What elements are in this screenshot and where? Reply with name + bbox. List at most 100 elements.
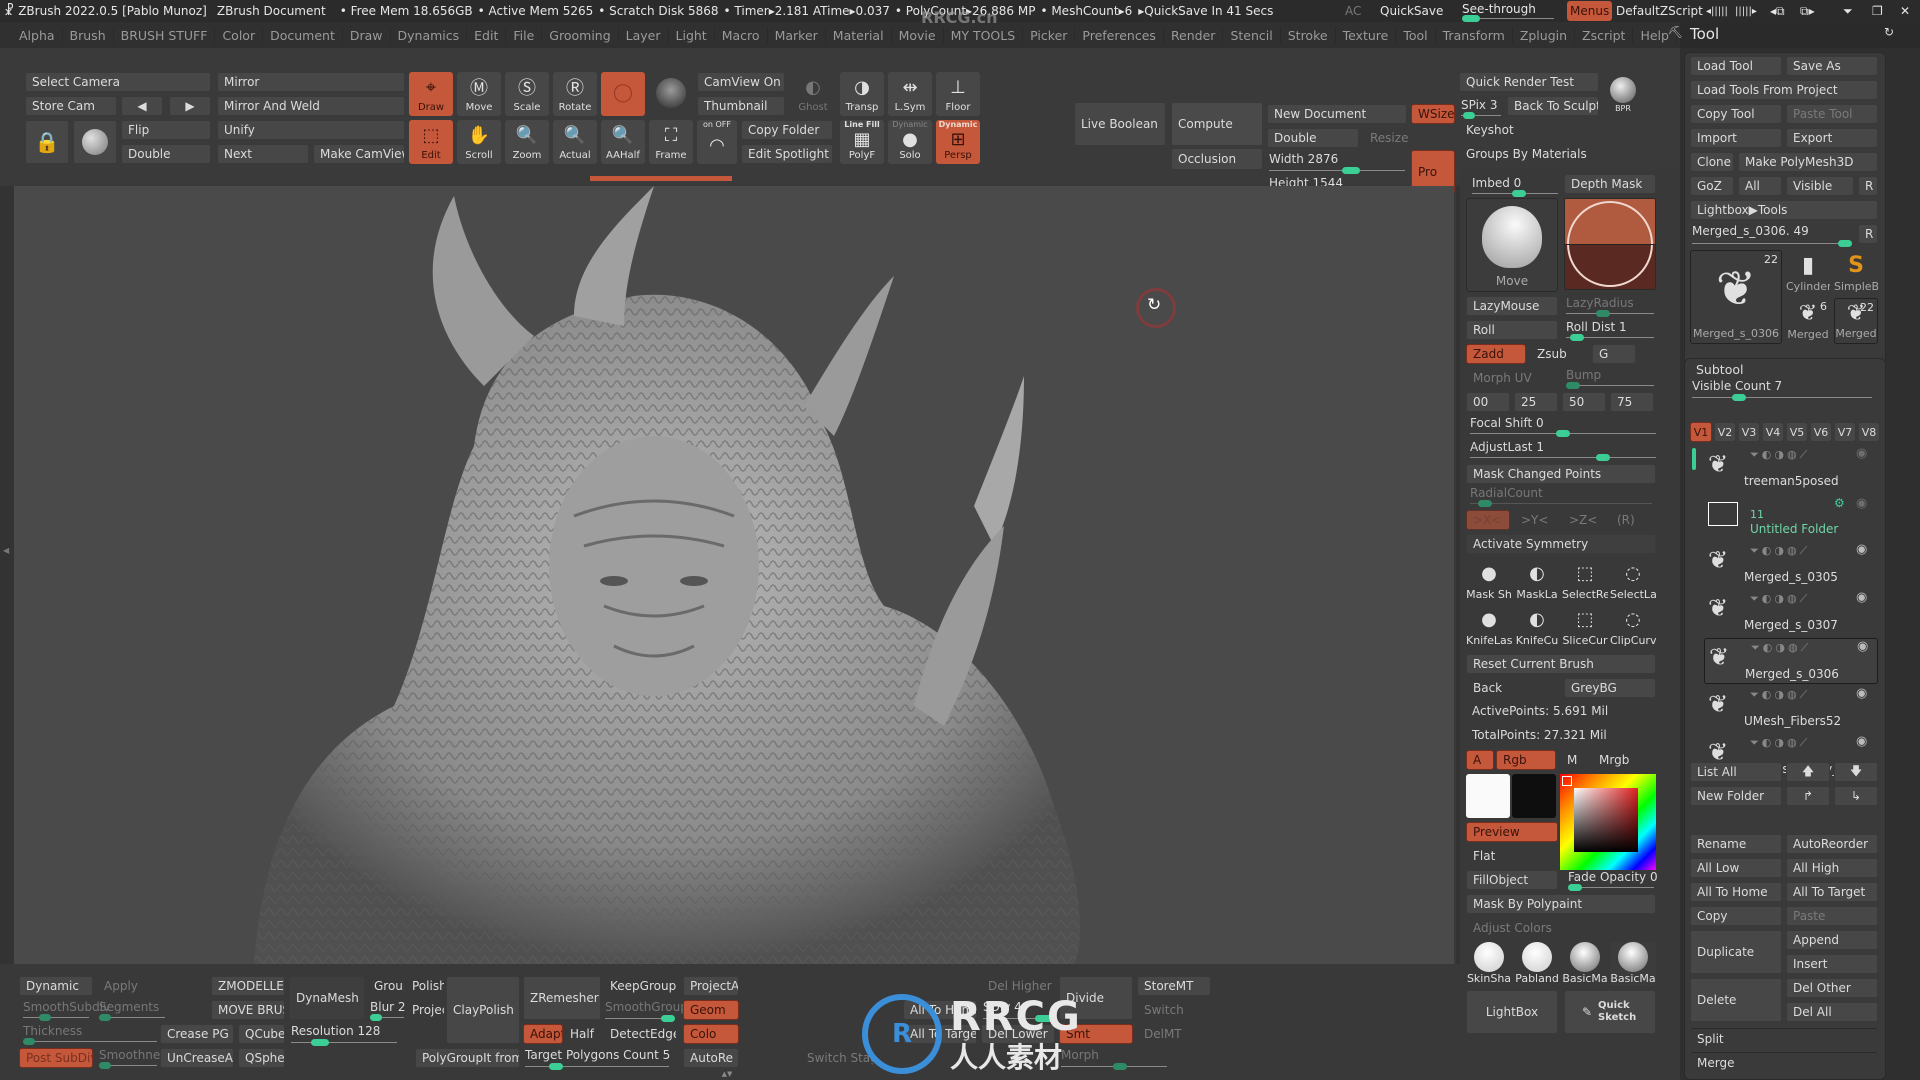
- subtool-item[interactable]: ❦ ⏷◐◑◍⟋ ◉ UMesh_Fibers52: [1704, 686, 1878, 732]
- close-icon[interactable]: ✕: [1900, 4, 1910, 18]
- make-polymesh3d-button[interactable]: Make PolyMesh3D: [1738, 152, 1878, 172]
- move-up-button[interactable]: 🡅: [1786, 762, 1830, 782]
- all-high-button[interactable]: All High: [1786, 858, 1878, 878]
- main-color-swatch[interactable]: [1466, 774, 1510, 818]
- lightbox-tools-button[interactable]: Lightbox▶Tools: [1690, 200, 1878, 220]
- flat-button[interactable]: Flat: [1466, 846, 1558, 866]
- spix-slider[interactable]: SPix 3: [1459, 96, 1503, 119]
- delete-button[interactable]: Delete: [1690, 978, 1782, 1022]
- smoothness-slider[interactable]: Smoothness: [97, 1048, 173, 1069]
- uncrease-all-button[interactable]: UnCreaseAll: [160, 1048, 234, 1068]
- load-tool-button[interactable]: Load Tool: [1690, 56, 1782, 76]
- subtool-toggle-icons[interactable]: ⏷◐◑◍⟋: [1750, 736, 1810, 750]
- menu-alpha[interactable]: Alpha: [12, 27, 63, 43]
- clone-button[interactable]: Clone: [1690, 152, 1734, 172]
- resolution-slider[interactable]: Resolution 128: [289, 1024, 399, 1046]
- roll-button[interactable]: Roll: [1466, 320, 1558, 340]
- goz-all-button[interactable]: All: [1738, 176, 1782, 196]
- detect-edges-button[interactable]: DetectEdges: [603, 1024, 677, 1044]
- auto-reproject-button[interactable]: AutoRe: [683, 1048, 739, 1068]
- sculptris-pro-button[interactable]: ◯: [601, 72, 645, 116]
- wsize-button[interactable]: WSize: [1411, 104, 1455, 124]
- menu-material[interactable]: Material: [826, 27, 892, 43]
- duplicate-button[interactable]: Duplicate: [1690, 930, 1782, 974]
- sym-x-button[interactable]: >X<: [1466, 510, 1510, 530]
- visibility-set-v3[interactable]: V3: [1738, 422, 1760, 442]
- radial-count-slider[interactable]: RadialCount: [1466, 486, 1656, 507]
- bpr-button[interactable]: BPR: [1603, 76, 1643, 116]
- eye-icon[interactable]: ◉: [1856, 686, 1867, 701]
- next-camera-button[interactable]: ▶: [169, 96, 211, 116]
- draw-button[interactable]: ⌖ Draw: [409, 72, 453, 116]
- menu-draw[interactable]: Draw: [343, 27, 391, 43]
- move-button[interactable]: Ⓜ Move: [457, 72, 501, 116]
- g-button[interactable]: G: [1592, 344, 1636, 364]
- switch-button[interactable]: Switch: [1137, 1000, 1211, 1020]
- menu-picker[interactable]: Picker: [1023, 27, 1076, 43]
- visibility-set-v7[interactable]: V7: [1834, 422, 1856, 442]
- eye-icon[interactable]: ◉: [1857, 639, 1868, 654]
- restore-icon[interactable]: ❐: [1872, 4, 1883, 18]
- project-all-button[interactable]: ProjectAll: [683, 976, 739, 996]
- polyf-button[interactable]: Line Fill ▦ PolyF: [840, 120, 884, 164]
- preset-50-button[interactable]: 50: [1562, 392, 1606, 412]
- spotlight-toggle[interactable]: on OFF ◠: [697, 120, 737, 164]
- copy-folder-button[interactable]: Copy Folder: [741, 120, 833, 140]
- del-mt-button[interactable]: DelMT: [1137, 1024, 1211, 1044]
- thickness-slider[interactable]: Thickness: [19, 1024, 159, 1045]
- menu-grooming[interactable]: Grooming: [542, 27, 619, 43]
- m-toggle[interactable]: M: [1560, 750, 1588, 770]
- live-boolean-button[interactable]: Live Boolean: [1074, 102, 1166, 146]
- save-as-button[interactable]: Save As: [1786, 56, 1878, 76]
- store-cam-button[interactable]: Store Cam: [25, 96, 117, 116]
- material-0[interactable]: SkinSha: [1466, 942, 1512, 986]
- lsym-button[interactable]: ⇹ L.Sym: [888, 72, 932, 116]
- visible-count-slider[interactable]: Visible Count 7: [1690, 379, 1878, 401]
- project-button[interactable]: Project: [405, 1000, 445, 1020]
- all-low-button[interactable]: All Low: [1690, 858, 1782, 878]
- menu-brush-stuff[interactable]: BRUSH STUFF: [114, 27, 216, 43]
- expand-interface-icon[interactable]: |||||▸: [1735, 6, 1757, 17]
- edit-button[interactable]: ⬚ Edit: [409, 120, 453, 164]
- quick-render-test-button[interactable]: Quick Render Test: [1459, 72, 1599, 92]
- clay-polish-button[interactable]: ClayPolish: [446, 976, 520, 1044]
- eye-icon[interactable]: ◉: [1856, 542, 1867, 557]
- sym-r-button[interactable]: (R): [1610, 510, 1654, 530]
- brush-brushes_row1-2[interactable]: ⬚ SelectRe: [1562, 558, 1608, 604]
- solo-button[interactable]: Dynamic ● Solo: [888, 120, 932, 164]
- quick-sketch-button[interactable]: ✎ Quick Sketch: [1564, 990, 1656, 1034]
- prev-layout-icon[interactable]: ◂⧉: [1770, 4, 1785, 19]
- post-subdiv-button[interactable]: Post SubDiv: [19, 1048, 93, 1068]
- brush-brushes_row2-0[interactable]: ● KnifeLas: [1466, 604, 1512, 650]
- menu-texture[interactable]: Texture: [1336, 27, 1397, 43]
- current-brush-button[interactable]: Move: [1466, 198, 1558, 292]
- menu-stencil[interactable]: Stencil: [1223, 27, 1281, 43]
- visibility-set-v1[interactable]: V1: [1690, 422, 1712, 442]
- groups-by-materials-button[interactable]: Groups By Materials: [1459, 144, 1643, 164]
- eye-icon[interactable]: ◉: [1856, 496, 1867, 511]
- persp-button[interactable]: Dynamic ⊞ Persp: [936, 120, 980, 164]
- morph-slider[interactable]: Morph: [1059, 1048, 1169, 1070]
- qcube-button[interactable]: QCube: [238, 1024, 285, 1044]
- imbed-slider[interactable]: Imbed 0: [1466, 174, 1558, 197]
- lazymouse-button[interactable]: LazyMouse: [1466, 296, 1558, 316]
- subtool-toggle-icons[interactable]: ⏷◐◑◍⟋: [1750, 448, 1810, 462]
- visibility-set-v6[interactable]: V6: [1810, 422, 1832, 442]
- geom-button[interactable]: Geom: [683, 1000, 739, 1020]
- tool-r-button[interactable]: R: [1858, 224, 1878, 244]
- list-all-button[interactable]: List All: [1690, 762, 1782, 782]
- color-picker[interactable]: [1560, 774, 1656, 870]
- preset-75-button[interactable]: 75: [1610, 392, 1654, 412]
- subtool-toggle-icons[interactable]: ⏷◐◑◍⟋: [1751, 641, 1811, 655]
- subtool-toggle-icons[interactable]: ⏷◐◑◍⟋: [1750, 688, 1810, 702]
- append-button[interactable]: Append: [1786, 930, 1878, 950]
- menu-file[interactable]: File: [506, 27, 543, 43]
- a-toggle[interactable]: A: [1466, 750, 1494, 770]
- subtool-item[interactable]: ⚙ ◉ 11 Untitled Folder: [1704, 494, 1878, 540]
- subtool-item[interactable]: ❦ ⏷◐◑◍⟋ ◉ Merged_s_0307: [1704, 590, 1878, 636]
- insert-button[interactable]: Insert: [1786, 954, 1878, 974]
- make-camview-button[interactable]: Make CamView: [313, 144, 405, 164]
- depth-mask-preview[interactable]: [1564, 198, 1656, 290]
- menu-zplugin[interactable]: Zplugin: [1513, 27, 1576, 43]
- half-button[interactable]: Half: [563, 1024, 599, 1044]
